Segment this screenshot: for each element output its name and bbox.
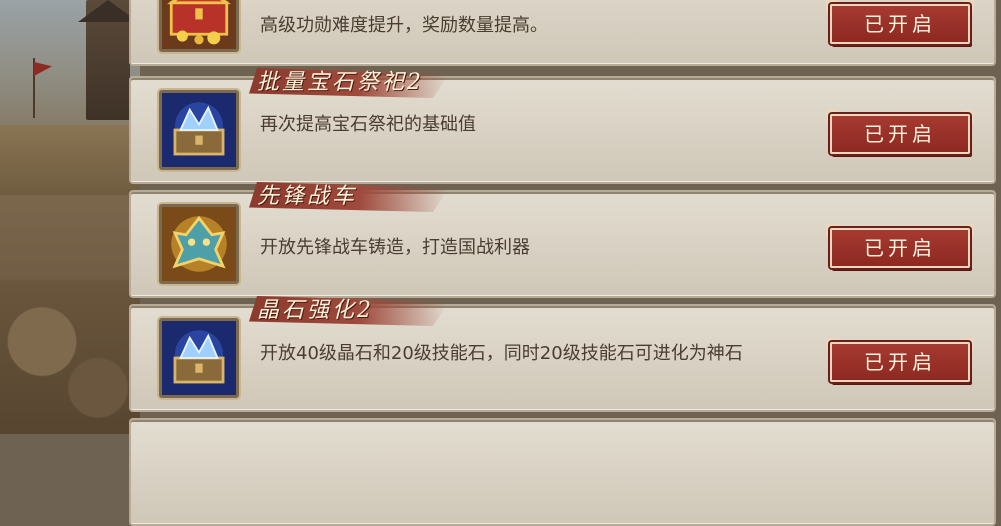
gem-chest-icon (159, 318, 239, 398)
item-description: 高级功勋难度提升，奖励数量提高。 (260, 15, 548, 36)
enabled-button[interactable]: 已开启 (826, 338, 974, 382)
list-item: 高级功勋难度提升，奖励数量提高。 已开启 (129, 0, 996, 66)
list-item: 晶石强化2 开放40级晶石和20级技能石，同时20级技能石可进化为神石 已开启 (129, 296, 996, 412)
item-title: 批量宝石祭祀2 (257, 70, 424, 95)
enabled-button[interactable]: 已开启 (826, 224, 974, 268)
enabled-button[interactable]: 已开启 (826, 110, 974, 154)
item-title: 先锋战车 (257, 184, 358, 209)
enabled-button[interactable]: 已开启 (826, 0, 974, 44)
treasure-chest-icon (159, 0, 239, 52)
item-title: 晶石强化2 (257, 298, 374, 323)
list-item: 先锋战车 开放先锋战车铸造，打造国战利器 已开启 (129, 182, 996, 298)
item-description: 开放40级晶石和20级技能石，同时20级技能石可进化为神石 (260, 343, 743, 364)
list-item (129, 418, 996, 526)
feature-list[interactable]: 高级功勋难度提升，奖励数量提高。 已开启 批量宝石祭祀2 再次提高宝石祭祀的基础… (0, 0, 1001, 526)
war-chariot-icon (159, 204, 239, 284)
item-description: 开放先锋战车铸造，打造国战利器 (260, 237, 530, 258)
gem-chest-icon (159, 90, 239, 170)
item-description: 再次提高宝石祭祀的基础值 (260, 114, 476, 135)
list-item: 批量宝石祭祀2 再次提高宝石祭祀的基础值 已开启 (129, 68, 996, 184)
